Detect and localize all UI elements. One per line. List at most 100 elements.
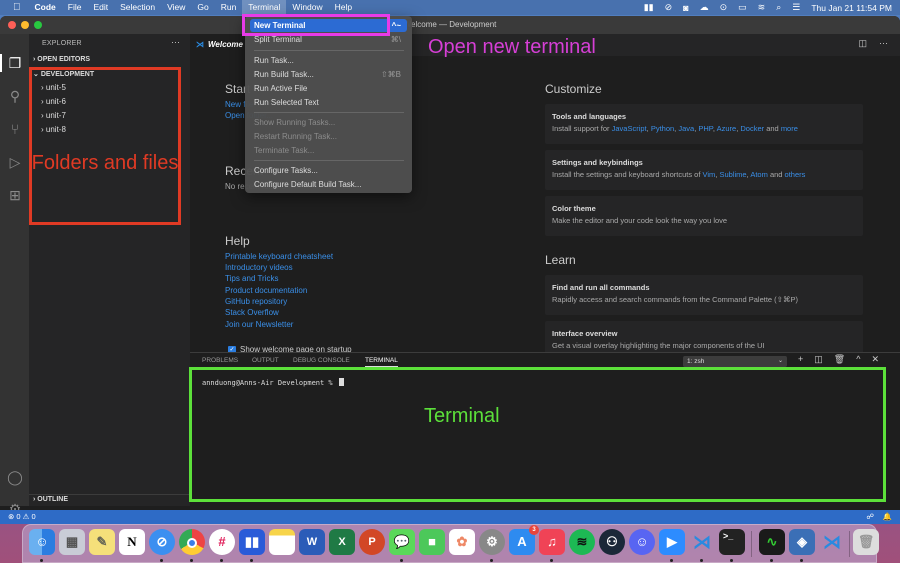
excel-icon[interactable]: X	[329, 529, 355, 555]
messages-icon[interactable]: 💬	[389, 529, 415, 555]
control-center-icon[interactable]: ☰	[792, 2, 800, 13]
menu-item-configure-tasks[interactable]: Configure Tasks...	[250, 164, 407, 177]
java-link[interactable]: Java	[678, 124, 694, 133]
tab-debug-console[interactable]: DEBUG CONSOLE	[293, 357, 350, 364]
others-link[interactable]: others	[785, 170, 806, 179]
settings-keybindings-card[interactable]: Settings and keybindings Install the set…	[545, 150, 863, 190]
discord-icon[interactable]: ☺	[629, 529, 655, 555]
spotify-icon[interactable]: ≋	[569, 529, 595, 555]
menu-item-run-build-task[interactable]: Run Build Task... ⇧⌘B	[250, 68, 407, 81]
menu-file[interactable]: File	[62, 0, 88, 15]
menu-run[interactable]: Run	[215, 0, 243, 15]
terminal-app-icon[interactable]: >_	[719, 529, 745, 555]
python-link[interactable]: Python	[651, 124, 674, 133]
cloud-upload-icon[interactable]: ☁	[700, 2, 709, 13]
battery-icon[interactable]: ▭	[738, 2, 747, 13]
tab-output[interactable]: OUTPUT	[252, 357, 279, 364]
app-menu[interactable]: Code	[29, 0, 62, 15]
play-icon[interactable]: ⊙	[720, 2, 728, 13]
extensions-icon[interactable]: ⊞	[6, 186, 24, 204]
atom-link[interactable]: Atom	[750, 170, 768, 179]
menu-selection[interactable]: Selection	[114, 0, 161, 15]
sublime-link[interactable]: Sublime	[719, 170, 746, 179]
account-icon[interactable]: ◯	[6, 468, 24, 486]
menu-edit[interactable]: Edit	[87, 0, 114, 15]
more-actions-icon[interactable]: ···	[879, 38, 888, 49]
vscode-icon[interactable]: ⋊	[689, 529, 715, 555]
zoom-app-icon[interactable]: ▶	[659, 529, 685, 555]
php-link[interactable]: PHP	[698, 124, 712, 133]
menu-view[interactable]: View	[161, 0, 191, 15]
zoom-icon[interactable]: ◙	[683, 3, 688, 13]
menu-window[interactable]: Window	[286, 0, 328, 15]
virtualbox-icon[interactable]: ◈	[789, 529, 815, 555]
new-terminal-icon[interactable]: +	[798, 354, 803, 365]
help-link[interactable]: Product documentation	[225, 286, 307, 295]
app-store-icon[interactable]: A3	[509, 525, 539, 555]
notifications-bell-icon[interactable]: 🔔	[883, 512, 892, 521]
terminal-select[interactable]: 1: zsh ⌄	[683, 356, 787, 367]
help-link[interactable]: GitHub repository	[225, 297, 287, 306]
help-link[interactable]: Introductory videos	[225, 263, 293, 272]
find-commands-card[interactable]: Find and run all commands Rapidly access…	[545, 275, 863, 315]
split-terminal-icon[interactable]: ◫	[814, 354, 823, 365]
slack-icon[interactable]: #	[209, 529, 235, 555]
launchpad-icon[interactable]: ▦	[59, 529, 85, 555]
steam-icon[interactable]: ⚇	[599, 529, 625, 555]
menu-go[interactable]: Go	[191, 0, 214, 15]
music-icon[interactable]: ♫	[539, 529, 565, 555]
wifi-icon[interactable]: ≋	[758, 2, 766, 13]
tab-welcome[interactable]: ⋊ Welcome	[190, 34, 250, 56]
system-preferences-icon[interactable]: ⚙	[479, 529, 505, 555]
outline-section[interactable]: › OUTLINE	[29, 494, 190, 506]
notes-icon[interactable]	[269, 529, 295, 555]
safari-icon[interactable]: ⊘	[149, 529, 175, 555]
vscode-insiders-icon[interactable]: ⋊	[819, 529, 845, 555]
more-actions-icon[interactable]: ···	[171, 37, 180, 47]
close-window-button[interactable]	[8, 21, 16, 29]
problems-status[interactable]: ⊗ 0 ⚠ 0	[8, 512, 36, 521]
trash-icon[interactable]: 🗑	[834, 354, 845, 365]
help-link[interactable]: Tips and Tricks	[225, 274, 279, 283]
help-link[interactable]: Stack Overflow	[225, 308, 279, 317]
search-icon[interactable]: ⚲	[6, 87, 24, 105]
help-link[interactable]: Join our Newsletter	[225, 320, 293, 329]
more-link[interactable]: more	[781, 124, 798, 133]
split-editor-icon[interactable]: ◫	[858, 38, 867, 49]
vim-link[interactable]: Vim	[703, 170, 716, 179]
maximize-panel-icon[interactable]: ^	[856, 354, 860, 365]
open-editors-section[interactable]: › OPEN EDITORS	[33, 56, 90, 63]
apple-menu-icon[interactable]: 	[0, 0, 29, 15]
minimize-window-button[interactable]	[21, 21, 29, 29]
azure-link[interactable]: Azure	[717, 124, 737, 133]
menu-item-run-task[interactable]: Run Task...	[250, 54, 407, 67]
tab-terminal[interactable]: TERMINAL	[365, 357, 398, 367]
notion-icon[interactable]: N	[119, 529, 145, 555]
explorer-icon[interactable]: ❐	[6, 54, 24, 72]
help-link[interactable]: Printable keyboard cheatsheet	[225, 252, 333, 261]
close-panel-icon[interactable]: ✕	[871, 354, 879, 365]
chrome-icon[interactable]	[179, 529, 205, 555]
tools-languages-card[interactable]: Tools and languages Install support for …	[545, 104, 863, 144]
facetime-icon[interactable]: ■	[419, 529, 445, 555]
focus-icon[interactable]: ⊘	[665, 2, 673, 13]
powerpoint-icon[interactable]: P	[359, 529, 385, 555]
monday-icon[interactable]: ▮▮	[239, 529, 265, 555]
menu-item-configure-default-build-task[interactable]: Configure Default Build Task...	[250, 178, 407, 191]
vpn-icon[interactable]: ▮▮	[644, 2, 654, 13]
menu-item-run-active-file[interactable]: Run Active File	[250, 82, 407, 95]
run-debug-icon[interactable]: ▷	[6, 153, 24, 171]
spotlight-icon[interactable]: ⌕	[776, 2, 781, 13]
javascript-link[interactable]: JavaScript	[612, 124, 647, 133]
word-icon[interactable]: W	[299, 529, 325, 555]
photos-icon[interactable]: ✿	[449, 529, 475, 555]
menu-terminal[interactable]: Terminal	[242, 0, 287, 15]
finder-icon[interactable]: ☺	[29, 529, 55, 555]
trash-icon[interactable]: 🗑	[853, 529, 879, 555]
source-control-icon[interactable]: ⑂	[6, 120, 24, 138]
tab-problems[interactable]: PROBLEMS	[202, 357, 238, 364]
menu-help[interactable]: Help	[329, 0, 358, 15]
activity-monitor-icon[interactable]: ∿	[759, 529, 785, 555]
menu-item-run-selected-text[interactable]: Run Selected Text	[250, 96, 407, 109]
datetime[interactable]: Thu Jan 21 11:54 PM	[811, 3, 892, 13]
